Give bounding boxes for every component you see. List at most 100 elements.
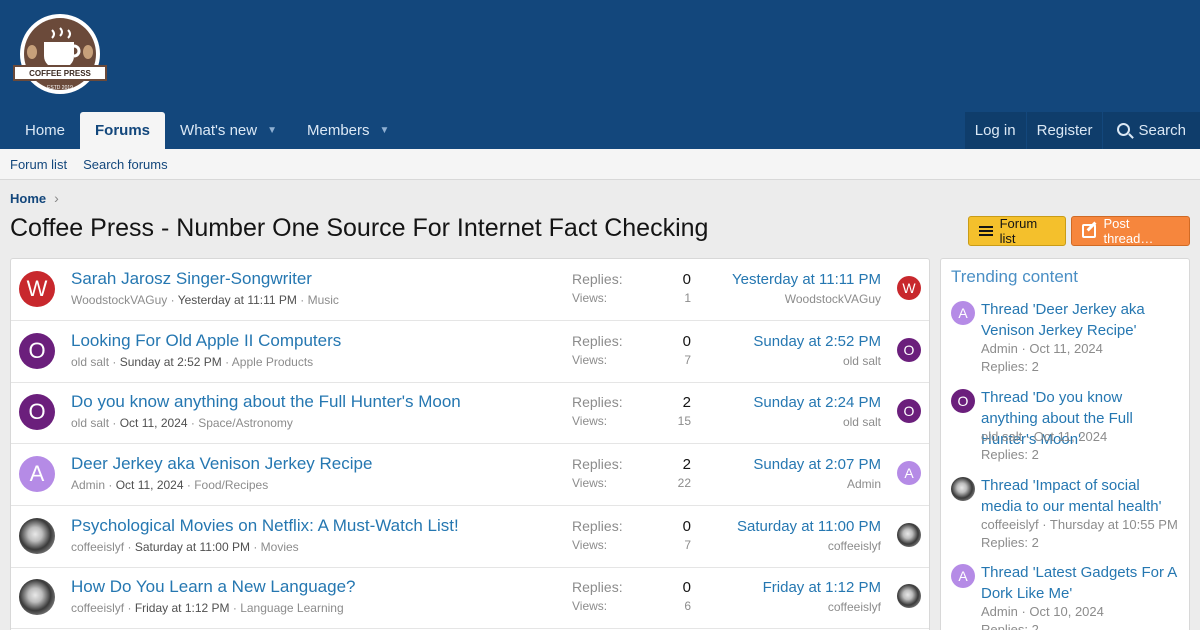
thread-forum-link[interactable]: Language Learning [240, 601, 343, 615]
last-post-date-link[interactable]: Sunday at 2:52 PM [753, 333, 881, 350]
thread-title-link[interactable]: Looking For Old Apple II Computers [71, 331, 341, 351]
meta-separator: · [229, 601, 241, 615]
avatar[interactable]: O [19, 394, 55, 430]
avatar[interactable] [19, 518, 55, 554]
views-label: Views: [572, 599, 608, 613]
thread-title-link[interactable]: Psychological Movies on Netflix: A Must-… [71, 516, 459, 536]
thread-forum-link[interactable]: Apple Products [232, 355, 313, 369]
avatar-letter: W [26, 276, 48, 301]
thread-author-link[interactable]: old salt [71, 416, 109, 430]
login-label: Log in [974, 121, 1016, 139]
avatar[interactable]: O [19, 333, 55, 369]
last-post-date-link[interactable]: Sunday at 2:07 PM [753, 456, 881, 473]
last-post-date-link[interactable]: Sunday at 2:24 PM [753, 394, 881, 411]
trending-author-link[interactable]: Admin [981, 604, 1018, 619]
meta-separator: · [105, 478, 116, 492]
list-icon [979, 225, 993, 237]
views-count: 7 [684, 353, 691, 367]
avatar[interactable] [951, 477, 975, 501]
tab-forums[interactable]: Forums [80, 112, 166, 149]
chevron-down-icon[interactable]: ▼ [267, 113, 277, 149]
avatar[interactable] [19, 579, 55, 615]
thread-start-date[interactable]: Oct 11, 2024 [116, 478, 184, 492]
search-button[interactable]: Search [1103, 112, 1200, 149]
thread-title-link[interactable]: Do you know anything about the Full Hunt… [71, 392, 461, 412]
avatar[interactable]: O [951, 389, 975, 413]
thread-start-date[interactable]: Oct 11, 2024 [120, 416, 188, 430]
thread-start-date[interactable]: Sunday at 2:52 PM [120, 355, 222, 369]
last-post-date-link[interactable]: Saturday at 11:00 PM [737, 518, 881, 535]
trending-author-link[interactable]: old salt [981, 429, 1022, 444]
last-poster-avatar[interactable]: O [897, 399, 921, 423]
meta-separator: · [1038, 517, 1050, 532]
thread-start-date[interactable]: Yesterday at 11:11 PM [178, 293, 297, 307]
coffee-press-logo[interactable]: COFFEE PRESS ESTD 2019 [12, 12, 108, 98]
last-post-date-link[interactable]: Yesterday at 11:11 PM [732, 271, 881, 288]
last-poster-link[interactable]: WoodstockVAGuy [785, 292, 881, 306]
last-poster-avatar[interactable] [897, 584, 921, 608]
thread-author-link[interactable]: coffeeislyf [71, 540, 124, 554]
views-label: Views: [572, 476, 608, 490]
last-poster-link[interactable]: Admin [847, 477, 881, 491]
replies-label: Replies: [572, 456, 623, 472]
table-row[interactable]: A Deer Jerkey aka Venison Jerkey Recipe Ad… [11, 444, 929, 506]
views-label: Views: [572, 291, 608, 305]
post-thread-button[interactable]: Post thread… [1071, 216, 1190, 246]
avatar[interactable]: A [951, 564, 975, 588]
last-poster-link[interactable]: coffeeislyf [828, 539, 881, 553]
trending-author-link[interactable]: coffeeislyf [981, 517, 1039, 532]
trending-author-link[interactable]: Admin [981, 341, 1018, 356]
tab-home[interactable]: Home [10, 112, 80, 149]
thread-forum-link[interactable]: Space/Astronomy [198, 416, 293, 430]
last-poster-link[interactable]: old salt [843, 354, 881, 368]
meta-separator: · [221, 355, 232, 369]
last-poster-avatar[interactable]: A [897, 461, 921, 485]
thread-author-link[interactable]: coffeeislyf [71, 601, 124, 615]
chevron-down-icon[interactable]: ▼ [380, 113, 390, 149]
avatar[interactable]: W [19, 271, 55, 307]
thread-title-link[interactable]: Sarah Jarosz Singer-Songwriter [71, 269, 312, 289]
views-count: 6 [684, 599, 691, 613]
thread-forum-link[interactable]: Food/Recipes [194, 478, 268, 492]
trending-thread-link[interactable]: Thread 'Latest Gadgets For A Dork Like M… [981, 562, 1181, 604]
login-button[interactable]: Log in [964, 112, 1026, 149]
last-poster-link[interactable]: old salt [843, 415, 881, 429]
thread-forum-link[interactable]: Music [308, 293, 339, 307]
table-row[interactable]: W Sarah Jarosz Singer-Songwriter Woodstock… [11, 259, 929, 321]
trending-thread-link[interactable]: Thread 'Impact of social media to our me… [981, 475, 1181, 517]
tab-members[interactable]: Members ▼ [292, 112, 404, 149]
avatar[interactable]: A [19, 456, 55, 492]
thread-start-date[interactable]: Friday at 1:12 PM [135, 601, 230, 615]
table-row[interactable]: O Looking For Old Apple II Computers old s… [11, 321, 929, 383]
thread-title-link[interactable]: How Do You Learn a New Language? [71, 577, 356, 597]
meta-separator: · [124, 540, 135, 554]
last-poster-avatar[interactable]: W [897, 276, 921, 300]
thread-author-link[interactable]: Admin [71, 478, 105, 492]
thread-author-link[interactable]: WoodstockVAGuy [71, 293, 167, 307]
trending-replies: Replies: 2 [981, 447, 1039, 462]
avatar[interactable]: A [951, 301, 975, 325]
views-count: 22 [677, 476, 691, 490]
table-row[interactable]: O Do you know anything about the Full Hun… [11, 382, 929, 444]
last-poster-link[interactable]: coffeeislyf [828, 600, 881, 614]
replies-label: Replies: [572, 579, 623, 595]
thread-forum-link[interactable]: Movies [261, 540, 299, 554]
table-row[interactable]: Psychological Movies on Netflix: A Must-… [11, 506, 929, 568]
last-poster-avatar[interactable] [897, 523, 921, 547]
last-post-date-link[interactable]: Friday at 1:12 PM [763, 579, 881, 596]
replies-label: Replies: [572, 271, 623, 287]
thread-title-link[interactable]: Deer Jerkey aka Venison Jerkey Recipe [71, 454, 372, 474]
thread-start-date[interactable]: Saturday at 11:00 PM [135, 540, 250, 554]
table-row[interactable]: How Do You Learn a New Language? coffeeis… [11, 567, 929, 629]
last-poster-avatar[interactable]: O [897, 338, 921, 362]
avatar-letter: A [958, 305, 968, 321]
subnav-search-forums-link[interactable]: Search forums [83, 157, 168, 172]
register-button[interactable]: Register [1026, 112, 1103, 149]
breadcrumb-home-link[interactable]: Home [10, 191, 46, 206]
forum-list-button[interactable]: Forum list [968, 216, 1066, 246]
thread-author-link[interactable]: old salt [71, 355, 109, 369]
tab-whats-new[interactable]: What's new ▼ [165, 112, 292, 149]
subnav-forum-list-link[interactable]: Forum list [10, 157, 67, 172]
trending-thread-link[interactable]: Thread 'Deer Jerkey aka Venison Jerkey R… [981, 299, 1181, 341]
views-label: Views: [572, 538, 608, 552]
